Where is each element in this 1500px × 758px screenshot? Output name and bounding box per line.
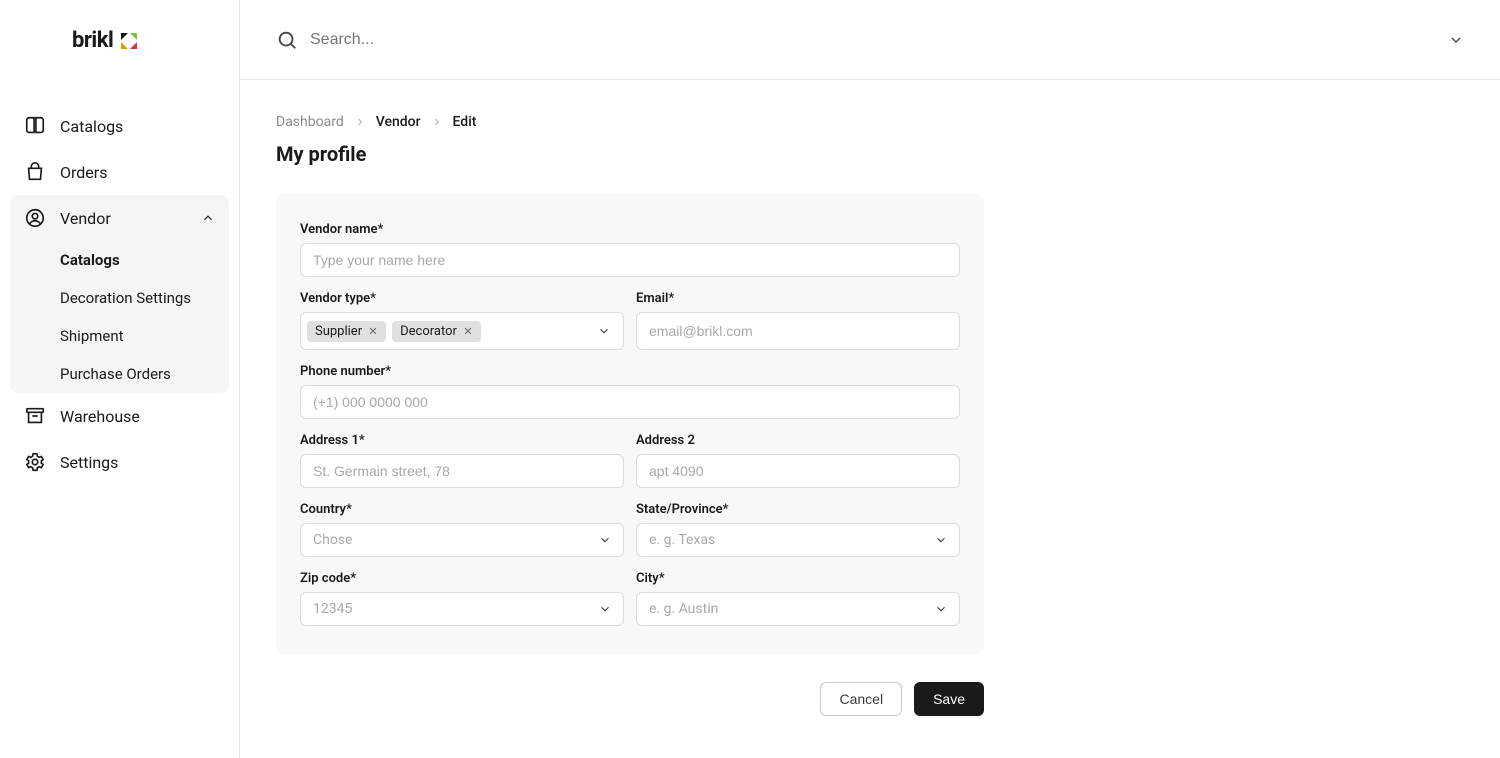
field-email: Email*	[636, 291, 960, 350]
topbar	[240, 0, 1500, 80]
main: Dashboard Vendor Edit My profile Vendor …	[240, 0, 1500, 758]
sidebar-item-label: Catalogs	[60, 117, 123, 136]
chevron-right-icon	[354, 116, 366, 128]
label-state: State/Province*	[636, 502, 960, 517]
book-icon	[24, 115, 46, 137]
field-vendor-name: Vendor name*	[300, 222, 960, 277]
address2-input[interactable]	[636, 454, 960, 488]
field-city: City* e. g. Austin	[636, 571, 960, 626]
search-icon	[276, 29, 298, 51]
sidebar-item-vendor[interactable]: Vendor	[10, 195, 229, 241]
form-card: Vendor name* Vendor type* Supplier	[276, 194, 984, 654]
gear-icon	[24, 451, 46, 473]
field-vendor-type: Vendor type* Supplier Decorator	[300, 291, 624, 350]
label-country: Country*	[300, 502, 624, 517]
sidebar-item-orders[interactable]: Orders	[10, 149, 229, 195]
sidebar-item-label: Vendor	[60, 209, 111, 228]
content: Dashboard Vendor Edit My profile Vendor …	[240, 80, 1500, 750]
sidebar-item-label: Warehouse	[60, 407, 140, 426]
sub-nav-label: Catalogs	[60, 251, 120, 269]
label-city: City*	[636, 571, 960, 586]
city-select[interactable]: e. g. Austin	[636, 592, 960, 626]
field-address2: Address 2	[636, 433, 960, 488]
breadcrumb: Dashboard Vendor Edit	[276, 114, 1464, 130]
zip-select[interactable]: 12345	[300, 592, 624, 626]
country-select[interactable]: Chose	[300, 523, 624, 557]
select-placeholder: e. g. Texas	[649, 532, 715, 548]
sidebar: brikl Catalogs	[0, 0, 240, 758]
archive-icon	[24, 405, 46, 427]
chevron-up-icon	[201, 211, 215, 225]
email-input[interactable]	[636, 312, 960, 350]
chevron-down-icon	[597, 324, 611, 338]
label-address2: Address 2	[636, 433, 960, 448]
page-title: My profile	[276, 142, 1464, 166]
address1-input[interactable]	[300, 454, 624, 488]
vendor-sub-nav: Catalogs Decoration Settings Shipment Pu…	[10, 241, 229, 393]
form-actions: Cancel Save	[276, 682, 984, 716]
vendor-type-select[interactable]: Supplier Decorator	[300, 312, 624, 350]
chevron-right-icon	[431, 116, 443, 128]
save-button[interactable]: Save	[914, 682, 984, 716]
sidebar-item-label: Orders	[60, 163, 107, 182]
logo: brikl	[0, 28, 239, 53]
close-icon[interactable]	[368, 326, 378, 336]
tag-label: Decorator	[400, 324, 457, 339]
vendor-name-input[interactable]	[300, 243, 960, 277]
label-vendor-name: Vendor name*	[300, 222, 960, 237]
chevron-down-icon[interactable]	[1448, 32, 1464, 48]
label-phone: Phone number*	[300, 364, 960, 379]
sidebar-item-settings[interactable]: Settings	[10, 439, 229, 485]
field-phone: Phone number*	[300, 364, 960, 419]
field-zip: Zip code* 12345	[300, 571, 624, 626]
breadcrumb-edit: Edit	[453, 114, 477, 130]
nav-list: Catalogs Orders Vendor	[0, 103, 239, 485]
logo-text: brikl	[72, 28, 113, 53]
sidebar-item-warehouse[interactable]: Warehouse	[10, 393, 229, 439]
breadcrumb-dashboard[interactable]: Dashboard	[276, 114, 344, 130]
field-state: State/Province* e. g. Texas	[636, 502, 960, 557]
tag-decorator: Decorator	[392, 321, 481, 342]
sub-nav-shipment[interactable]: Shipment	[10, 317, 229, 355]
search-wrap	[276, 29, 1448, 51]
tag-label: Supplier	[315, 324, 362, 339]
label-address1: Address 1*	[300, 433, 624, 448]
label-email: Email*	[636, 291, 960, 306]
label-zip: Zip code*	[300, 571, 624, 586]
sub-nav-label: Purchase Orders	[60, 365, 171, 383]
sub-nav-label: Shipment	[60, 327, 124, 345]
logo-mark-icon	[119, 31, 139, 51]
field-country: Country* Chose	[300, 502, 624, 557]
cancel-button[interactable]: Cancel	[820, 682, 902, 716]
select-placeholder: e. g. Austin	[649, 601, 718, 617]
field-address1: Address 1*	[300, 433, 624, 488]
select-placeholder: Chose	[313, 532, 352, 548]
sub-nav-label: Decoration Settings	[60, 289, 191, 307]
breadcrumb-vendor[interactable]: Vendor	[376, 114, 421, 130]
phone-input[interactable]	[300, 385, 960, 419]
select-placeholder: 12345	[313, 601, 352, 617]
close-icon[interactable]	[463, 326, 473, 336]
user-circle-icon	[24, 207, 46, 229]
state-select[interactable]: e. g. Texas	[636, 523, 960, 557]
bag-icon	[24, 161, 46, 183]
sidebar-item-label: Settings	[60, 453, 118, 472]
sub-nav-decoration-settings[interactable]: Decoration Settings	[10, 279, 229, 317]
sub-nav-purchase-orders[interactable]: Purchase Orders	[10, 355, 229, 393]
tag-supplier: Supplier	[307, 321, 386, 342]
search-input[interactable]	[310, 31, 1448, 49]
label-vendor-type: Vendor type*	[300, 291, 624, 306]
sidebar-item-catalogs[interactable]: Catalogs	[10, 103, 229, 149]
sub-nav-catalogs[interactable]: Catalogs	[10, 241, 229, 279]
